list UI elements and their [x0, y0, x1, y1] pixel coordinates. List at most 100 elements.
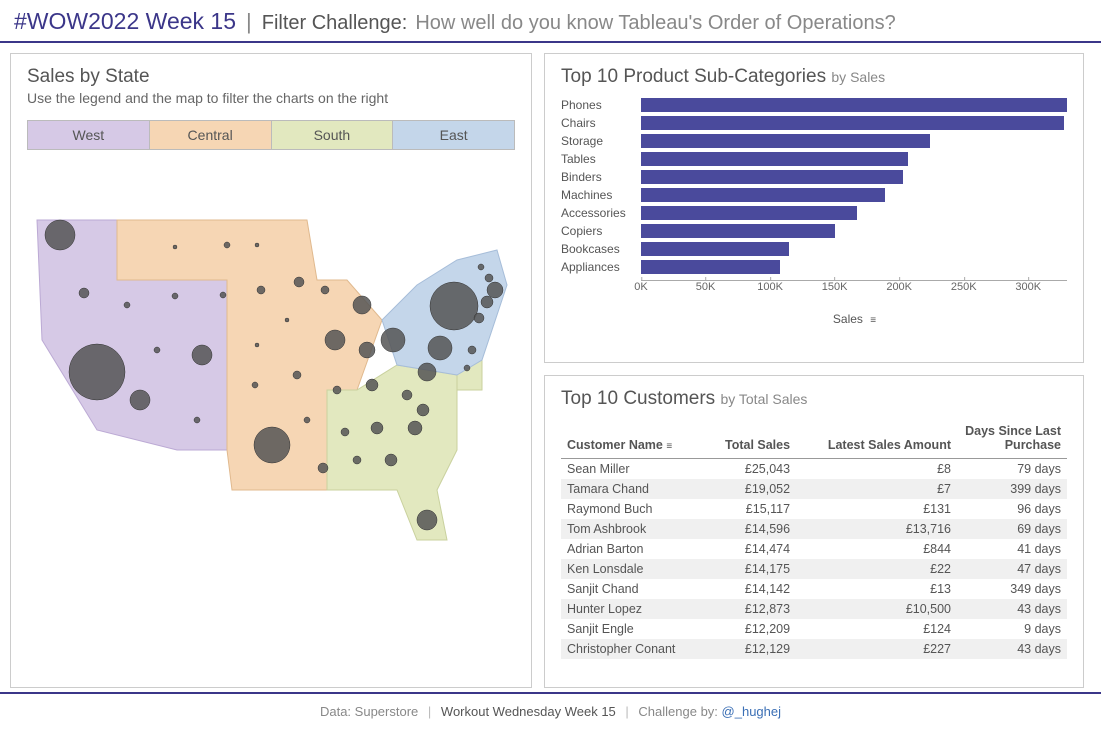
- bar-fill[interactable]: [641, 260, 780, 274]
- col-total-sales[interactable]: Total Sales: [704, 418, 796, 459]
- bar-fill[interactable]: [641, 116, 1064, 130]
- state-bubble[interactable]: [172, 293, 178, 299]
- table-row[interactable]: Raymond Buch£15,117£13196 days: [561, 499, 1067, 519]
- state-bubble[interactable]: [257, 286, 265, 294]
- state-bubble[interactable]: [255, 343, 259, 347]
- state-bubble[interactable]: [45, 220, 75, 250]
- bar-track[interactable]: [641, 260, 1067, 274]
- state-bubble[interactable]: [293, 371, 301, 379]
- state-bubble[interactable]: [325, 330, 345, 350]
- bar-row[interactable]: Storage: [561, 132, 1067, 150]
- state-bubble[interactable]: [417, 510, 437, 530]
- state-bubble[interactable]: [371, 422, 383, 434]
- state-bubble[interactable]: [417, 404, 429, 416]
- bar-fill[interactable]: [641, 98, 1067, 112]
- table-row[interactable]: Tom Ashbrook£14,596£13,71669 days: [561, 519, 1067, 539]
- state-bubble[interactable]: [194, 417, 200, 423]
- state-bubble[interactable]: [468, 346, 476, 354]
- bar-fill[interactable]: [641, 134, 930, 148]
- bar-fill[interactable]: [641, 242, 789, 256]
- bar-row[interactable]: Accessories: [561, 204, 1067, 222]
- state-bubble[interactable]: [408, 421, 422, 435]
- bar-track[interactable]: [641, 188, 1067, 202]
- table-row[interactable]: Hunter Lopez£12,873£10,50043 days: [561, 599, 1067, 619]
- bar-row[interactable]: Machines: [561, 186, 1067, 204]
- bar-row[interactable]: Chairs: [561, 114, 1067, 132]
- legend-central[interactable]: Central: [150, 121, 272, 149]
- us-map-svg[interactable]: [27, 190, 517, 550]
- legend-south[interactable]: South: [272, 121, 394, 149]
- bar-track[interactable]: [641, 224, 1067, 238]
- state-bubble[interactable]: [294, 277, 304, 287]
- bar-row[interactable]: Binders: [561, 168, 1067, 186]
- bar-row[interactable]: Bookcases: [561, 240, 1067, 258]
- state-bubble[interactable]: [192, 345, 212, 365]
- table-row[interactable]: Ken Lonsdale£14,175£2247 days: [561, 559, 1067, 579]
- state-bubble[interactable]: [321, 286, 329, 294]
- state-bubble[interactable]: [485, 274, 493, 282]
- table-row[interactable]: Christopher Conant£12,129£22743 days: [561, 639, 1067, 659]
- state-bubble[interactable]: [254, 427, 290, 463]
- state-bubble[interactable]: [255, 243, 259, 247]
- state-bubble[interactable]: [381, 328, 405, 352]
- us-map[interactable]: [27, 190, 517, 550]
- bar-row[interactable]: Tables: [561, 150, 1067, 168]
- state-bubble[interactable]: [464, 365, 470, 371]
- table-row[interactable]: Tamara Chand£19,052£7399 days: [561, 479, 1067, 499]
- state-bubble[interactable]: [478, 264, 484, 270]
- bar-track[interactable]: [641, 206, 1067, 220]
- table-row[interactable]: Sean Miller£25,043£879 days: [561, 459, 1067, 480]
- col-customer-name[interactable]: Customer Name ≡: [561, 418, 704, 459]
- bar-track[interactable]: [641, 170, 1067, 184]
- bar-fill[interactable]: [641, 152, 908, 166]
- state-bubble[interactable]: [341, 428, 349, 436]
- state-bubble[interactable]: [69, 344, 125, 400]
- table-row[interactable]: Adrian Barton£14,474£84441 days: [561, 539, 1067, 559]
- state-bubble[interactable]: [481, 296, 493, 308]
- bar-fill[interactable]: [641, 224, 835, 238]
- bar-row[interactable]: Appliances: [561, 258, 1067, 276]
- state-bubble[interactable]: [487, 282, 503, 298]
- state-bubble[interactable]: [285, 318, 289, 322]
- state-bubble[interactable]: [124, 302, 130, 308]
- bar-row[interactable]: Phones: [561, 96, 1067, 114]
- bar-track[interactable]: [641, 134, 1067, 148]
- bar-fill[interactable]: [641, 206, 857, 220]
- state-bubble[interactable]: [130, 390, 150, 410]
- state-bubble[interactable]: [474, 313, 484, 323]
- state-bubble[interactable]: [428, 336, 452, 360]
- state-bubble[interactable]: [353, 296, 371, 314]
- state-bubble[interactable]: [154, 347, 160, 353]
- state-bubble[interactable]: [418, 363, 436, 381]
- state-bubble[interactable]: [79, 288, 89, 298]
- footer-challenge-link[interactable]: @_hughej: [722, 704, 781, 719]
- bar-chart[interactable]: PhonesChairsStorageTablesBindersMachines…: [561, 96, 1067, 276]
- state-bubble[interactable]: [318, 463, 328, 473]
- bar-track[interactable]: [641, 242, 1067, 256]
- bar-row[interactable]: Copiers: [561, 222, 1067, 240]
- state-bubble[interactable]: [220, 292, 226, 298]
- legend-east[interactable]: East: [393, 121, 514, 149]
- state-bubble[interactable]: [224, 242, 230, 248]
- bar-fill[interactable]: [641, 170, 903, 184]
- state-bubble[interactable]: [359, 342, 375, 358]
- bar-track[interactable]: [641, 98, 1067, 112]
- state-bubble[interactable]: [353, 456, 361, 464]
- state-bubble[interactable]: [385, 454, 397, 466]
- state-bubble[interactable]: [173, 245, 177, 249]
- state-bubble[interactable]: [402, 390, 412, 400]
- sort-desc-icon[interactable]: ≡: [870, 315, 875, 326]
- col-days-since[interactable]: Days Since Last Purchase: [957, 418, 1067, 459]
- table-row[interactable]: Sanjit Chand£14,142£13349 days: [561, 579, 1067, 599]
- state-bubble[interactable]: [366, 379, 378, 391]
- state-bubble[interactable]: [430, 282, 478, 330]
- col-latest-amount[interactable]: Latest Sales Amount: [796, 418, 957, 459]
- state-bubble[interactable]: [333, 386, 341, 394]
- bar-track[interactable]: [641, 116, 1067, 130]
- bar-fill[interactable]: [641, 188, 885, 202]
- state-bubble[interactable]: [304, 417, 310, 423]
- legend-west[interactable]: West: [28, 121, 150, 149]
- sort-desc-icon[interactable]: ≡: [666, 441, 671, 452]
- state-bubble[interactable]: [252, 382, 258, 388]
- bar-track[interactable]: [641, 152, 1067, 166]
